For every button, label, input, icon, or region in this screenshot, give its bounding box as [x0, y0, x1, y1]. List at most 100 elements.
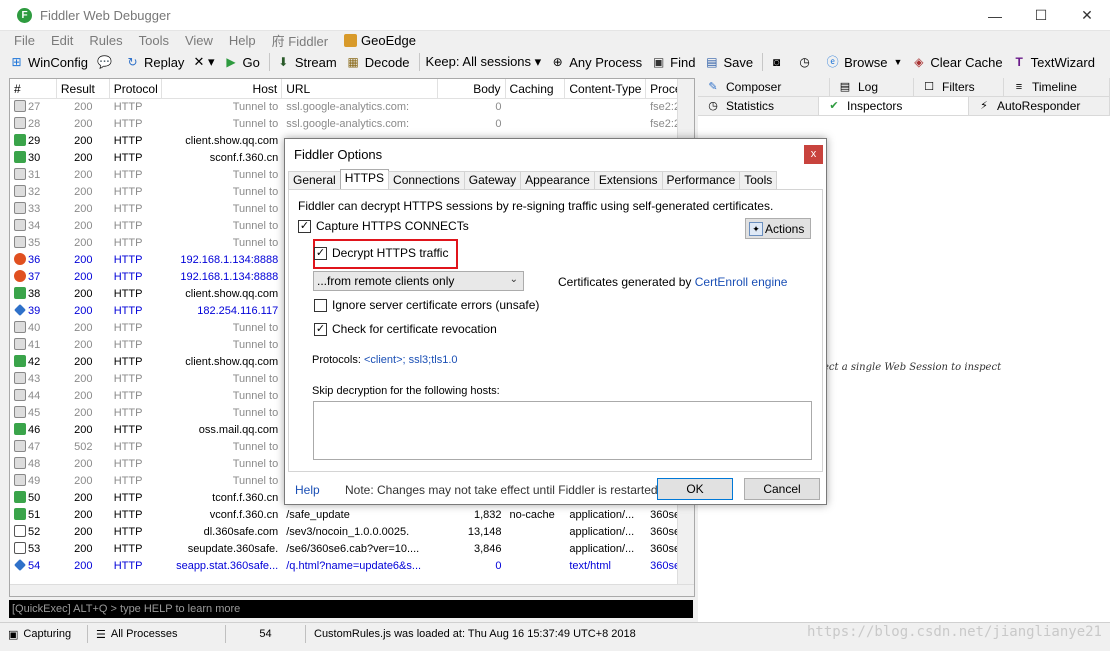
tab-gateway[interactable]: Gateway	[463, 171, 522, 189]
decrypt-https-checkbox[interactable]: ✓ Decrypt HTTPS traffic	[314, 246, 448, 260]
chevron-down-icon: ⌄	[509, 274, 518, 285]
menu-fiddler[interactable]: 府 Fiddler	[272, 31, 328, 50]
cell-num-text: 47	[28, 441, 41, 453]
cell-num: 40	[10, 320, 57, 337]
column-header-host[interactable]: Host	[162, 79, 283, 98]
capture-https-box[interactable]: ✓	[298, 219, 311, 233]
skip-decryption-hosts-textarea[interactable]	[313, 401, 812, 460]
column-header-number[interactable]: #	[10, 79, 57, 98]
dialog-close-button[interactable]: x	[804, 145, 823, 164]
menu-rules[interactable]: Rules	[89, 33, 122, 48]
tab-statistics[interactable]: ◷ Statistics	[698, 97, 819, 115]
save-button[interactable]: ▤ Save	[704, 55, 753, 70]
tab-tools[interactable]: Tools	[739, 171, 778, 189]
any-process-button[interactable]: ⊕ Any Process	[550, 54, 643, 70]
winconfig-button[interactable]: ⊞ WinConfig	[9, 55, 88, 70]
minimize-button[interactable]: —	[972, 0, 1018, 31]
cell-num-text: 31	[28, 169, 41, 181]
column-header-caching[interactable]: Caching	[506, 79, 566, 98]
ok-button[interactable]: OK	[657, 478, 733, 500]
check-revocation-box[interactable]: ✓	[314, 322, 327, 336]
tab-extensions[interactable]: Extensions	[593, 171, 663, 189]
any-process-label: Any Process	[569, 54, 643, 70]
tab-autoresponder[interactable]: ⚡ AutoResponder	[969, 97, 1110, 115]
table-row[interactable]: 52 200 HTTP dl.360safe.com/sev3/nocoin_1.0.…	[10, 524, 694, 541]
menu-view[interactable]: View	[185, 33, 213, 48]
check-revocation-checkbox[interactable]: ✓ Check for certificate revocation	[314, 322, 497, 336]
cell-result: 200	[74, 152, 93, 164]
tab-composer[interactable]: ✎ Composer	[698, 78, 830, 96]
go-button[interactable]: ▶ Go	[223, 55, 259, 70]
tab-statistics-label: Statistics	[726, 99, 775, 113]
comment-button[interactable]: 💬	[97, 55, 116, 70]
cell-body: 0	[495, 560, 502, 572]
table-row[interactable]: 28 200 HTTP Tunnel to ssl.google-analytics.c…	[10, 116, 694, 133]
clear-cache-button[interactable]: ◈ Clear Cache	[911, 55, 1002, 70]
textwizard-button[interactable]: T TextWizard	[1012, 55, 1094, 70]
tab-connections[interactable]: Connections	[388, 171, 465, 189]
menu-edit[interactable]: Edit	[51, 33, 73, 48]
find-button[interactable]: ▣ Find	[651, 55, 695, 70]
tab-appearance[interactable]: Appearance	[520, 171, 595, 189]
menu-tools[interactable]: Tools	[139, 33, 169, 48]
cell-protocol: HTTP	[113, 560, 143, 572]
replay-button[interactable]: ↻ Replay	[125, 55, 184, 70]
decrypt-source-select[interactable]: ...from remote clients only ⌄	[313, 271, 524, 291]
cell-result: 200	[74, 254, 93, 266]
maximize-button[interactable]: ☐	[1018, 0, 1064, 31]
actions-button[interactable]: ✦ Actions	[745, 218, 811, 239]
cancel-button[interactable]: Cancel	[744, 478, 820, 500]
tab-inspectors[interactable]: ✔ Inspectors	[819, 97, 969, 115]
keep-sessions-dropdown[interactable]: Keep: All sessions ▾	[426, 54, 542, 70]
response-arrow-icon	[14, 151, 26, 163]
quickexec-input[interactable]: [QuickExec] ALT+Q > type HELP to learn m…	[9, 600, 693, 618]
ignore-cert-errors-checkbox[interactable]: Ignore server certificate errors (unsafe…	[314, 298, 539, 312]
menu-help[interactable]: Help	[229, 33, 256, 48]
process-filter[interactable]: ☰ All Processes	[88, 625, 226, 643]
tab-timeline[interactable]: ≡ Timeline	[1004, 78, 1110, 96]
capturing-toggle[interactable]: ▣ Capturing	[0, 625, 88, 643]
protocols-link[interactable]: <client>; ssl3;tls1.0	[364, 354, 458, 366]
column-header-result[interactable]: Result	[57, 79, 110, 98]
column-header-body[interactable]: Body	[438, 79, 506, 98]
table-row[interactable]: 54 200 HTTP seapp.stat.360safe... /q.html?na…	[10, 558, 694, 575]
diamond-arrows-icon	[14, 304, 26, 316]
screenshot-button[interactable]: ◙	[769, 55, 788, 70]
column-header-protocol[interactable]: Protocol	[110, 79, 162, 98]
cell-result: 200	[74, 339, 93, 351]
stopwatch-icon: ◷	[708, 100, 718, 112]
cell-protocol: HTTP	[113, 220, 143, 232]
status-message: CustomRules.js was loaded at: Thu Aug 16…	[306, 625, 644, 643]
sessions-horizontal-scrollbar[interactable]	[10, 584, 694, 596]
replay-label: Replay	[143, 54, 185, 70]
tab-log[interactable]: ▤ Log	[830, 78, 914, 96]
table-row[interactable]: 51 200 HTTP vconf.f.360.cn/safe_update 1,832…	[10, 507, 694, 524]
table-row[interactable]: 27 200 HTTP Tunnel to ssl.google-analytics.c…	[10, 99, 694, 116]
menu-file[interactable]: File	[14, 33, 35, 48]
cell-result: 200	[74, 475, 93, 487]
certenroll-link[interactable]: CertEnroll engine	[695, 275, 788, 289]
decrypt-https-box[interactable]: ✓	[314, 246, 327, 260]
table-row[interactable]: 53 200 HTTP seupdate.360safe. /se6/360se6.ca…	[10, 541, 694, 558]
ignore-cert-errors-box[interactable]	[314, 298, 327, 312]
tab-performance[interactable]: Performance	[661, 171, 741, 189]
session-count: 54	[226, 625, 306, 643]
menu-geoedge[interactable]: GeoEdge	[344, 33, 416, 48]
close-window-button[interactable]: ✕	[1064, 0, 1110, 31]
help-link[interactable]: Help	[295, 483, 320, 497]
tab-filters[interactable]: ☐ Filters	[914, 78, 1004, 96]
session-count-value: 54	[259, 628, 272, 640]
column-header-url[interactable]: URL	[282, 79, 438, 98]
stream-button[interactable]: ⬇ Stream	[276, 55, 336, 70]
timer-button[interactable]: ◷	[797, 55, 816, 70]
tab-general[interactable]: General	[288, 171, 341, 189]
tab-https[interactable]: HTTPS	[339, 169, 390, 189]
response-arrow-icon	[14, 355, 26, 367]
restart-note: Note: Changes may not take effect until …	[345, 483, 661, 497]
decode-button[interactable]: ▦ Decode	[346, 55, 410, 70]
replay-icon: ↻	[127, 54, 138, 69]
capture-https-checkbox[interactable]: ✓ Capture HTTPS CONNECTs	[298, 219, 469, 233]
column-header-content-type[interactable]: Content-Type	[565, 79, 647, 98]
remove-dropdown-button[interactable]: ✕ ▾	[193, 54, 214, 70]
browse-button[interactable]: ⓔ Browse ▼	[825, 55, 903, 70]
